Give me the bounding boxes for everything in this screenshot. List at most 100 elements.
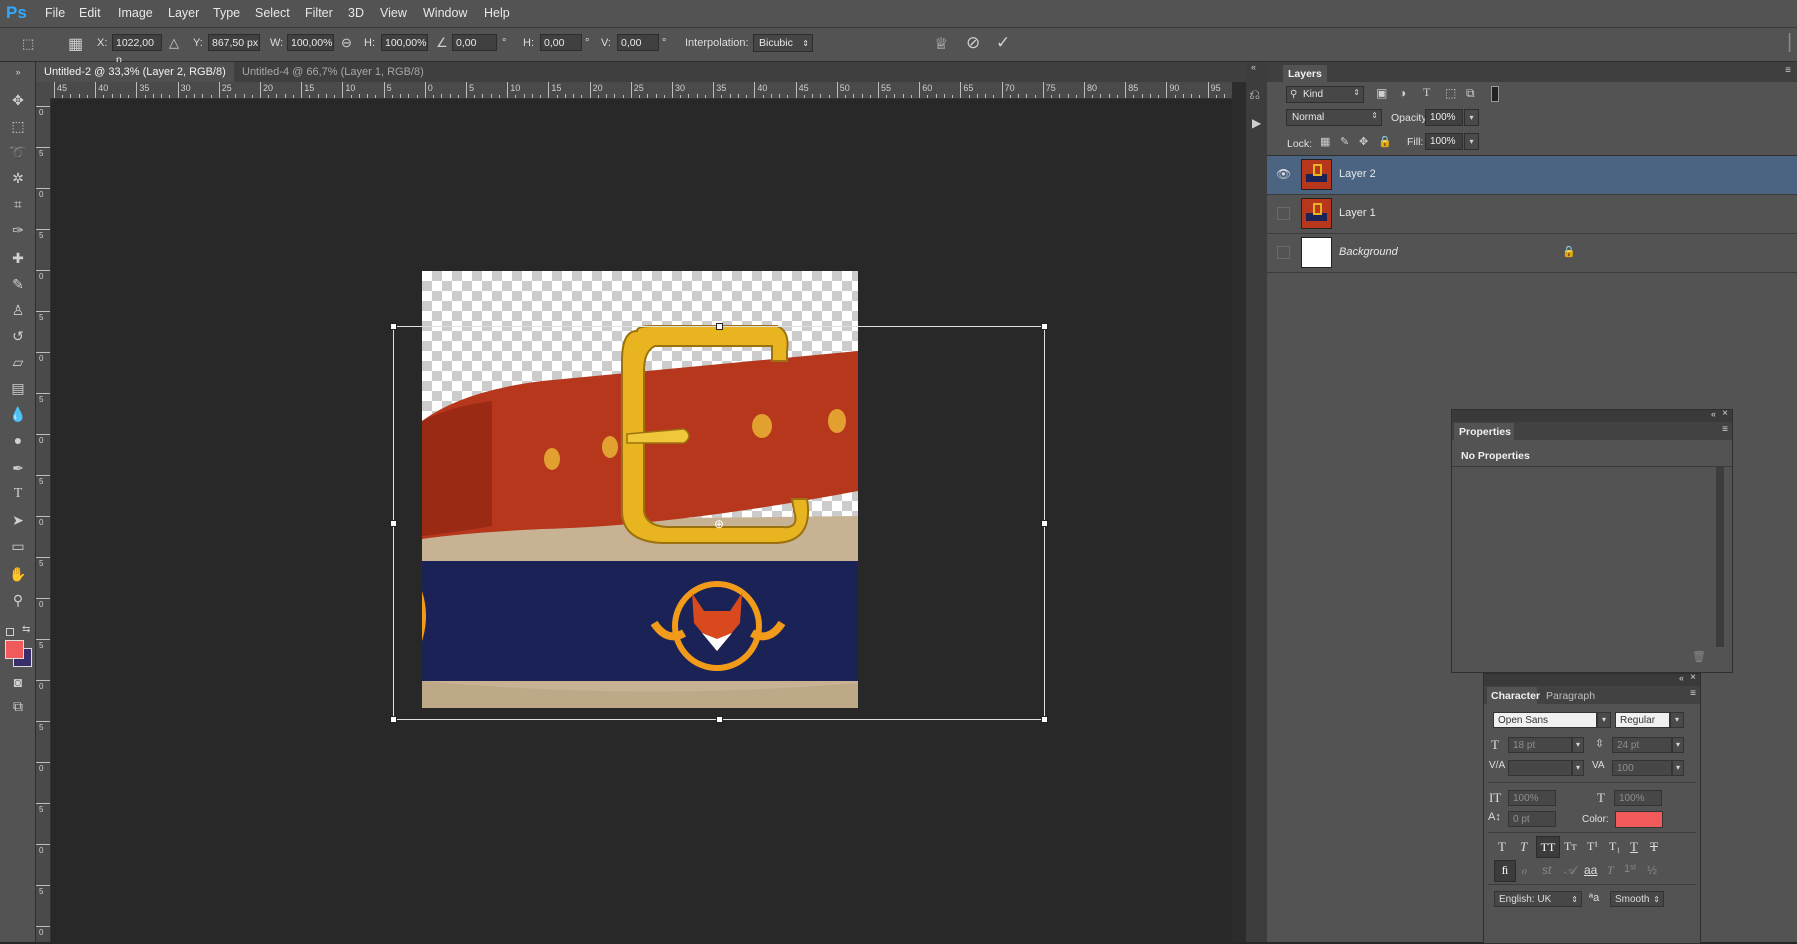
tab-paragraph[interactable]: Paragraph bbox=[1546, 690, 1595, 702]
screen-mode-icon[interactable]: ⧉ bbox=[8, 696, 28, 716]
crop-tool-icon[interactable]: ⌗ bbox=[8, 194, 28, 214]
swash-icon[interactable]: 𝒜 bbox=[1564, 863, 1575, 878]
menu-edit[interactable]: Edit bbox=[79, 6, 101, 20]
horizontal-scale-field[interactable]: 100% bbox=[1614, 790, 1662, 806]
titling-alternates-icon[interactable]: T bbox=[1607, 863, 1614, 878]
panel-menu-icon[interactable]: ≡ bbox=[1722, 424, 1728, 435]
hskew-field[interactable]: 0,00 bbox=[540, 34, 582, 51]
chevron-down-icon[interactable]: ▾ bbox=[1672, 737, 1684, 753]
strikethrough-icon[interactable]: T bbox=[1650, 839, 1658, 855]
collapse-panels-icon[interactable]: « bbox=[1251, 62, 1256, 72]
lock-transparent-icon[interactable]: ▦ bbox=[1320, 135, 1330, 148]
brush-tool-icon[interactable]: ✎ bbox=[8, 274, 28, 294]
marquee-tool-icon[interactable]: ⬚ bbox=[8, 116, 28, 136]
eyedropper-tool-icon[interactable]: ✑ bbox=[8, 220, 28, 240]
chevron-down-icon[interactable]: ▾ bbox=[1572, 737, 1584, 753]
filter-toggle[interactable] bbox=[1491, 86, 1499, 102]
chevron-down-icon[interactable]: ▾ bbox=[1670, 712, 1684, 728]
small-caps-icon[interactable]: Tт bbox=[1564, 839, 1577, 854]
transform-handle-right[interactable] bbox=[1041, 520, 1048, 527]
blur-tool-icon[interactable]: 💧 bbox=[8, 404, 28, 424]
transform-handle-bottom[interactable] bbox=[716, 716, 723, 723]
antialias-select[interactable]: Smooth ⇕ bbox=[1610, 891, 1664, 907]
history-brush-tool-icon[interactable]: ↺ bbox=[8, 326, 28, 346]
height-field[interactable]: 100,00% bbox=[381, 34, 428, 51]
horizontal-ruler[interactable]: 45 40 35 30 25 20 15 10 5 0 5 10 15 20 25 30 35 40 45 50 55 6… bbox=[50, 82, 1246, 99]
menu-select[interactable]: Select bbox=[255, 6, 290, 20]
reference-point-icon[interactable]: ▦ bbox=[68, 34, 83, 54]
tab-layers[interactable]: Layers bbox=[1283, 65, 1327, 82]
foreground-color-swatch[interactable] bbox=[5, 640, 24, 659]
font-style-select[interactable]: Regular bbox=[1615, 712, 1670, 728]
lock-position-icon[interactable]: ✥ bbox=[1359, 135, 1368, 148]
transform-center-icon[interactable]: ⊕ bbox=[714, 517, 724, 531]
magic-wand-tool-icon[interactable]: ✲ bbox=[8, 168, 28, 188]
baseline-shift-field[interactable]: 0 pt bbox=[1508, 811, 1556, 827]
filter-pixel-icon[interactable]: ▣ bbox=[1376, 86, 1387, 100]
collapse-icon[interactable]: « bbox=[1711, 409, 1716, 419]
quick-mask-icon[interactable]: ◙ bbox=[8, 672, 28, 692]
layer-row-layer-2[interactable]: 👁 Layer 2 bbox=[1267, 156, 1797, 195]
lock-image-icon[interactable]: ✎ bbox=[1340, 135, 1349, 148]
default-colors-icon[interactable] bbox=[6, 628, 14, 636]
menu-help[interactable]: Help bbox=[484, 6, 510, 20]
path-selection-tool-icon[interactable]: ➤ bbox=[8, 510, 28, 530]
faux-bold-icon[interactable]: T bbox=[1498, 839, 1506, 855]
chevron-down-icon[interactable]: ▾ bbox=[1464, 109, 1479, 126]
menu-view[interactable]: View bbox=[380, 6, 407, 20]
superscript-icon[interactable]: T¹ bbox=[1587, 839, 1598, 854]
healing-brush-tool-icon[interactable]: ✚ bbox=[8, 248, 28, 268]
collapse-toolbar-icon[interactable]: » bbox=[8, 62, 28, 82]
opacity-field[interactable]: 100% bbox=[1425, 109, 1463, 126]
stylistic-alternates-icon[interactable]: aa bbox=[1584, 863, 1597, 877]
x-field[interactable]: 1022,00 p bbox=[112, 34, 162, 66]
tab-untitled-4[interactable]: Untitled-4 @ 66,7% (Layer 1, RGB/8) * × bbox=[234, 62, 434, 98]
properties-scrollbar[interactable] bbox=[1716, 467, 1724, 647]
filter-kind-select[interactable]: ⚲ Kind ⇕ bbox=[1286, 86, 1364, 103]
zoom-tool-icon[interactable]: ⚲ bbox=[8, 590, 28, 610]
filter-smart-object-icon[interactable]: ⧉ bbox=[1466, 86, 1475, 101]
contextual-alternates-icon[interactable]: ℴ bbox=[1521, 863, 1527, 877]
font-family-select[interactable]: Open Sans bbox=[1493, 712, 1597, 728]
faux-italic-icon[interactable]: T bbox=[1520, 839, 1527, 855]
ordinals-icon[interactable]: 1ˢᵗ bbox=[1624, 863, 1636, 875]
transform-handle-left[interactable] bbox=[390, 520, 397, 527]
chevron-down-icon[interactable]: ▾ bbox=[1597, 712, 1611, 728]
width-field[interactable]: 100,00% bbox=[287, 34, 334, 51]
panel-menu-icon[interactable]: ≡ bbox=[1690, 688, 1696, 699]
transform-handle-bottom-left[interactable] bbox=[390, 716, 397, 723]
move-tool-icon[interactable]: ✥ bbox=[8, 90, 28, 110]
shape-tool-icon[interactable]: ▭ bbox=[8, 536, 28, 556]
transform-handle-top-left[interactable] bbox=[390, 323, 397, 330]
tab-character[interactable]: Character bbox=[1487, 687, 1540, 704]
menu-filter[interactable]: Filter bbox=[305, 6, 333, 20]
vertical-ruler[interactable]: 0 5 0 5 0 5 0 5 0 5 0 5 0 5 0 5 0 5 0 5 0 bbox=[36, 98, 51, 942]
fill-field[interactable]: 100% bbox=[1425, 133, 1463, 150]
y-field[interactable]: 867,50 px bbox=[208, 34, 260, 51]
link-icon[interactable]: ⊖ bbox=[341, 35, 352, 51]
standard-ligatures-icon[interactable]: ﬁ bbox=[1494, 860, 1516, 882]
menu-window[interactable]: Window bbox=[423, 6, 467, 20]
tab-properties[interactable]: Properties bbox=[1454, 423, 1514, 440]
panel-menu-icon[interactable]: ≡ bbox=[1785, 65, 1791, 76]
canvas-vertical-scrollbar[interactable] bbox=[1232, 82, 1246, 942]
all-caps-icon[interactable]: TT bbox=[1536, 836, 1560, 858]
rotate-field[interactable]: 0,00 bbox=[452, 34, 497, 51]
tab-untitled-2[interactable]: Untitled-2 @ 33,3% (Layer 2, RGB/8) * × bbox=[36, 62, 234, 98]
font-size-field[interactable]: 18 pt bbox=[1508, 737, 1572, 753]
vskew-field[interactable]: 0,00 bbox=[617, 34, 659, 51]
chevron-down-icon[interactable]: ▾ bbox=[1572, 760, 1584, 776]
move-tool-preset-icon[interactable]: ⬚ bbox=[22, 36, 34, 52]
eye-icon[interactable]: 👁 bbox=[1276, 167, 1291, 181]
discretionary-ligatures-icon[interactable]: st bbox=[1542, 863, 1551, 877]
eraser-tool-icon[interactable]: ▱ bbox=[8, 352, 28, 372]
transform-handle-top[interactable] bbox=[716, 323, 723, 330]
gradient-tool-icon[interactable]: ▤ bbox=[8, 378, 28, 398]
blend-mode-select[interactable]: Normal ⇕ bbox=[1286, 109, 1382, 126]
menu-3d[interactable]: 3D bbox=[348, 6, 364, 20]
dodge-tool-icon[interactable]: ● bbox=[8, 430, 28, 450]
close-icon[interactable]: × bbox=[1722, 408, 1728, 419]
language-select[interactable]: English: UK ⇕ bbox=[1494, 891, 1582, 907]
fractions-icon[interactable]: ½ bbox=[1647, 863, 1657, 877]
menu-image[interactable]: Image bbox=[118, 6, 153, 20]
